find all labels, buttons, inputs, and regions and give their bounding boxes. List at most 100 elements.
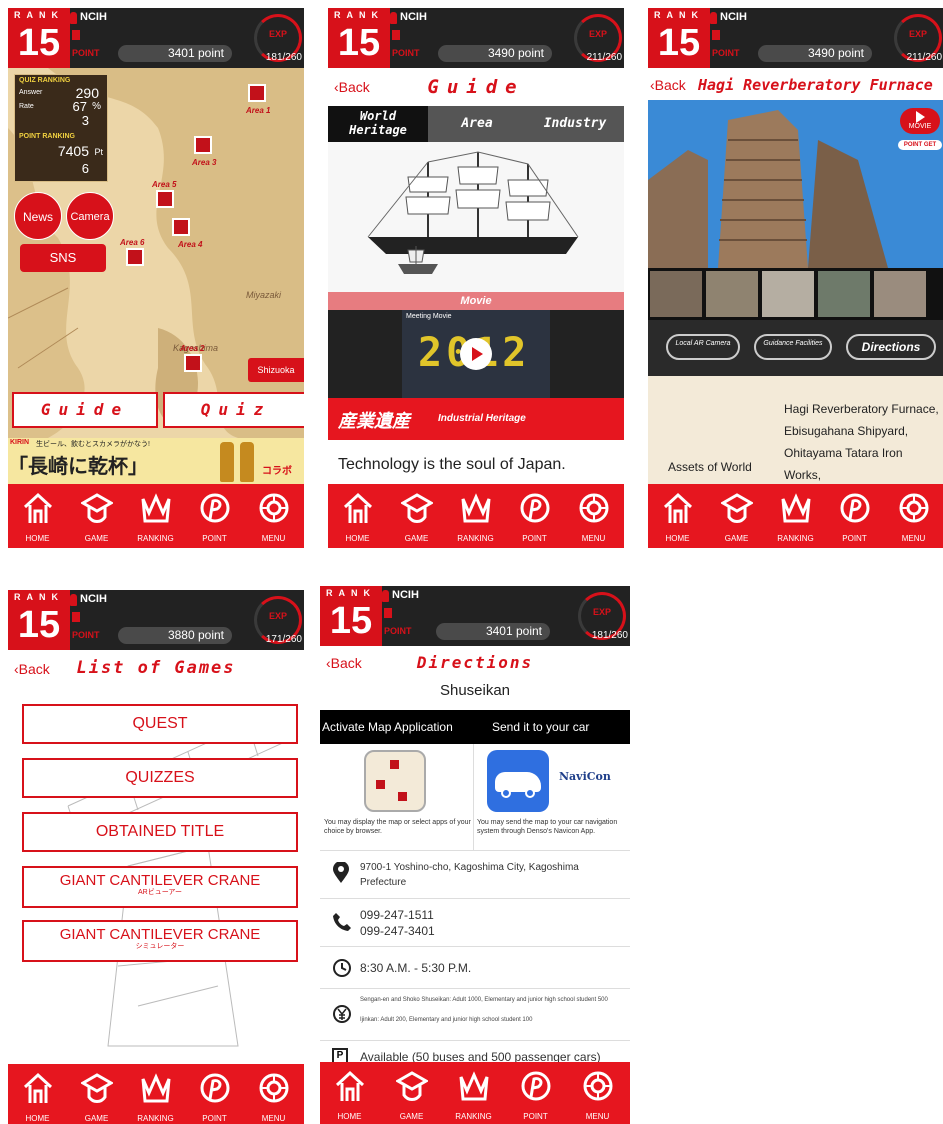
area-marker-6[interactable]: Area 6	[120, 238, 144, 266]
game-item-crane-ar-viewer[interactable]: GIANT CANTILEVER CRANE ARビューアー	[22, 866, 298, 908]
area-marker-4[interactable]: Area 4	[172, 218, 202, 249]
divider	[320, 946, 630, 947]
ad-top-text: 生ビール、飲むとスカメラがかなう!	[36, 441, 150, 448]
prefecture-flag-icon	[72, 30, 80, 40]
nav-game[interactable]: GAME	[67, 1064, 126, 1124]
video-player[interactable]: Meeting Movie 2012	[328, 310, 624, 398]
area-marker-3[interactable]: Area 3	[192, 136, 216, 167]
movie-header: Movie	[328, 292, 624, 310]
hours-row: 8:30 A.M. - 5:30 P.M.	[320, 948, 630, 988]
nav-ranking[interactable]: RANKING	[126, 1064, 185, 1124]
nav-point[interactable]: POINT	[825, 484, 884, 548]
thumbnail[interactable]	[706, 271, 758, 317]
ad-banner[interactable]: KIRIN 生ビール、飲むとスカメラがかなう! 「長崎に乾杯」 コラボ	[8, 438, 304, 484]
nav-home[interactable]: HOME	[8, 484, 67, 548]
rank-label: RANK	[334, 10, 384, 20]
home-icon	[23, 1072, 53, 1103]
phone-number-2[interactable]: 099-247-3401	[360, 924, 435, 938]
clock-icon	[333, 959, 351, 977]
map-app-option[interactable]: You may display the map or select apps o…	[320, 744, 474, 850]
nav-ranking[interactable]: RANKING	[126, 484, 185, 548]
nav-label-menu: MENU	[901, 534, 926, 543]
fee-text-1: Sengan-en and Shoko Shuseikan: Adult 100…	[360, 997, 608, 1003]
nav-point[interactable]: POINT	[185, 1064, 244, 1124]
game-item-quizzes[interactable]: QUIZZES	[22, 758, 298, 798]
button-label: Directions	[861, 340, 921, 354]
area-marker-1[interactable]: Area 1	[246, 84, 270, 115]
nav-game[interactable]: GAME	[67, 484, 126, 548]
quiz-button[interactable]: Quiz	[163, 392, 304, 428]
play-icon[interactable]	[460, 338, 492, 370]
rate-unit: %	[92, 101, 101, 112]
nav-game[interactable]: GAME	[387, 484, 446, 548]
point-total: 3490 point	[438, 45, 552, 62]
tab-industry[interactable]: Industry	[526, 106, 624, 142]
area-label-2: Area 2	[180, 344, 205, 353]
point-get-badge[interactable]: POINT GET	[898, 140, 942, 150]
tab-world-heritage[interactable]: World Heritage	[328, 106, 428, 142]
industrial-heritage-banner[interactable]: 産業遺産 Industrial Heritage	[328, 398, 624, 440]
tab-area[interactable]: Area	[428, 106, 526, 142]
shizuoka-button[interactable]: Shizuoka	[248, 358, 304, 382]
nav-ranking[interactable]: RANKING	[766, 484, 825, 548]
navicon-option[interactable]: NaviCon You may send the map to your car…	[475, 744, 630, 850]
area-marker-5[interactable]: Area 5	[152, 180, 176, 208]
nav-ranking[interactable]: RANKING	[446, 484, 505, 548]
address-row[interactable]: 9700-1 Yoshino-cho, Kagoshima City, Kago…	[320, 852, 630, 898]
nav-game[interactable]: GAME	[382, 1062, 441, 1124]
nav-ranking[interactable]: RANKING	[444, 1062, 503, 1124]
action-bar: Local AR Camera Guidance Facilities Dire…	[648, 320, 943, 376]
thumbnail[interactable]	[762, 271, 814, 317]
nav-menu[interactable]: MENU	[564, 484, 623, 548]
parking-text: Available (50 buses and 500 passenger ca…	[360, 1050, 601, 1062]
nav-home[interactable]: HOME	[648, 484, 707, 548]
local-ar-camera-button[interactable]: Local AR Camera	[666, 334, 740, 360]
phone-row[interactable]: 099-247-1511 099-247-3401	[320, 900, 630, 946]
guide-button[interactable]: Guide	[12, 392, 158, 428]
thumbnail[interactable]	[650, 271, 702, 317]
activate-map-button[interactable]: Activate Map Application	[322, 720, 453, 734]
divider	[320, 988, 630, 989]
exp-value: 171/260	[265, 634, 302, 645]
thumbnail[interactable]	[874, 271, 926, 317]
point-icon	[840, 493, 870, 523]
nav-menu[interactable]: MENU	[244, 484, 303, 548]
nav-home[interactable]: HOME	[8, 1064, 67, 1124]
sns-button[interactable]: SNS	[20, 244, 106, 272]
nav-point[interactable]: POINT	[505, 484, 564, 548]
send-to-car-button[interactable]: Send it to your car	[492, 720, 589, 734]
phone-number-1[interactable]: 099-247-1511	[360, 908, 434, 922]
movie-button[interactable]: MOVIE	[900, 108, 940, 134]
point-label: POINT	[392, 48, 420, 58]
exp-value: 181/260	[265, 52, 302, 63]
nav-menu[interactable]: MENU	[244, 1064, 303, 1124]
point-icon	[520, 493, 550, 523]
sub-header: ‹Back Guide	[328, 70, 624, 104]
quiz-rank: 3	[81, 113, 89, 128]
guidance-facilities-button[interactable]: Guidance Facilities	[754, 334, 832, 360]
nav-label-ranking: RANKING	[137, 534, 174, 543]
sub-header: ‹Back Directions	[320, 648, 630, 676]
area-marker-2[interactable]: Area 2	[180, 344, 204, 372]
nav-point[interactable]: POINT	[185, 484, 244, 548]
nav-game[interactable]: GAME	[707, 484, 766, 548]
exp-value: 211/260	[586, 52, 622, 63]
game-item-obtained-title[interactable]: OBTAINED TITLE	[22, 812, 298, 852]
status-header: RANK 15 NCIH POINT 3490 point EXP 211/260	[328, 8, 624, 68]
nav-home[interactable]: HOME	[320, 1062, 379, 1124]
movie-button-label: MOVIE	[908, 123, 932, 130]
game-item-crane-simulator[interactable]: GIANT CANTILEVER CRANE シミュレーター	[22, 920, 298, 962]
news-button[interactable]: News	[14, 192, 62, 240]
nav-home[interactable]: HOME	[328, 484, 387, 548]
nav-label-home: HOME	[337, 1112, 362, 1121]
game-item-quest[interactable]: QUEST	[22, 704, 298, 744]
nav-menu[interactable]: MENU	[568, 1062, 627, 1124]
directions-button[interactable]: Directions	[846, 334, 936, 360]
nav-menu[interactable]: MENU	[884, 484, 943, 548]
back-button[interactable]: ‹Back	[650, 77, 686, 93]
camera-button[interactable]: Camera	[66, 192, 114, 240]
user-name: NCIH	[80, 593, 107, 605]
beer-bottle-icon	[220, 442, 234, 482]
thumbnail[interactable]	[818, 271, 870, 317]
nav-point[interactable]: POINT	[506, 1062, 565, 1124]
